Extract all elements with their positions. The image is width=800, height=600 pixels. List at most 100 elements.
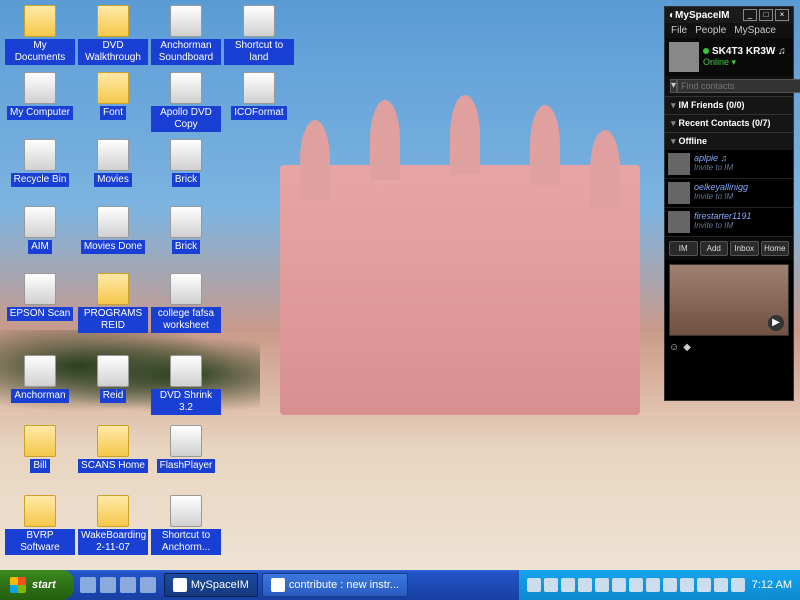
play-icon[interactable]: ▶: [768, 315, 784, 331]
tray-icon[interactable]: [561, 578, 575, 592]
footer-icon[interactable]: ☺: [669, 342, 679, 353]
desktop-icon[interactable]: DVD Walkthrough: [78, 5, 148, 65]
im-video-panel[interactable]: ▶: [669, 264, 789, 336]
tray-icon[interactable]: [646, 578, 660, 592]
quick-launch-item[interactable]: [100, 577, 116, 593]
im-menubar: File People MySpace: [665, 23, 793, 38]
desktop-icon[interactable]: Brick: [151, 206, 221, 254]
user-avatar[interactable]: [669, 42, 699, 72]
contact-item[interactable]: oelkeyalliniggInvite to IM: [665, 179, 793, 208]
tray-icon[interactable]: [595, 578, 609, 592]
start-button[interactable]: start: [0, 570, 74, 600]
icon-label: Font: [100, 106, 126, 120]
tray-icon[interactable]: [663, 578, 677, 592]
contact-name: oelkeyallinigg: [694, 182, 748, 192]
icon-label: Movies Done: [81, 240, 145, 254]
tray-icon[interactable]: [697, 578, 711, 592]
folder-icon: [97, 273, 129, 305]
taskbar-item[interactable]: contribute : new instr...: [262, 573, 408, 597]
desktop-icon[interactable]: FlashPlayer: [151, 425, 221, 473]
menu-people[interactable]: People: [695, 25, 726, 36]
add-button[interactable]: Add: [700, 241, 729, 256]
section-recent-contacts[interactable]: ▾Recent Contacts (0/7): [665, 114, 793, 132]
home-button[interactable]: Home: [761, 241, 790, 256]
footer-icon[interactable]: ◆: [683, 342, 691, 353]
close-button[interactable]: ×: [775, 9, 789, 21]
desktop-icon[interactable]: Shortcut to land: [224, 5, 294, 65]
folder-icon: [97, 72, 129, 104]
tray-icon[interactable]: [680, 578, 694, 592]
desktop-icon[interactable]: EPSON Scan: [5, 273, 75, 321]
tray-icon[interactable]: [731, 578, 745, 592]
desktop-icon[interactable]: Bill: [5, 425, 75, 473]
im-action-buttons: IM Add Inbox Home: [665, 237, 793, 260]
tray-icon[interactable]: [527, 578, 541, 592]
desktop-icon[interactable]: Shortcut to Anchorm...: [151, 495, 221, 555]
desktop-icon[interactable]: Movies: [78, 139, 148, 187]
minimize-button[interactable]: _: [743, 9, 757, 21]
icon-label: Brick: [172, 173, 200, 187]
im-user-panel[interactable]: SK4T3 KR3W ♫ Online ▾: [665, 38, 793, 76]
icon-label: Shortcut to land: [224, 39, 294, 65]
tray-icon[interactable]: [714, 578, 728, 592]
taskbar-item[interactable]: MySpaceIM: [164, 573, 258, 597]
tray-icon[interactable]: [629, 578, 643, 592]
search-input[interactable]: [677, 79, 800, 93]
folder-icon: [97, 425, 129, 457]
quick-launch-item[interactable]: [120, 577, 136, 593]
quick-launch-item[interactable]: [80, 577, 96, 593]
desktop-icon[interactable]: Movies Done: [78, 206, 148, 254]
inbox-button[interactable]: Inbox: [730, 241, 759, 256]
desktop-icon[interactable]: AIM: [5, 206, 75, 254]
tray-icon[interactable]: [578, 578, 592, 592]
desktop-icon[interactable]: WakeBoarding 2-11-07: [78, 495, 148, 555]
desktop-icon[interactable]: My Computer: [5, 72, 75, 120]
desktop-icon[interactable]: SCANS Home: [78, 425, 148, 473]
search-menu-button[interactable]: ▾: [670, 79, 677, 93]
tray-icon[interactable]: [544, 578, 558, 592]
contact-item[interactable]: aplpie ♫Invite to IM: [665, 150, 793, 179]
desktop-icon[interactable]: My Documents: [5, 5, 75, 65]
app-icon: [170, 495, 202, 527]
desktop-icon[interactable]: BVRP Software: [5, 495, 75, 555]
tray-icon[interactable]: [612, 578, 626, 592]
windows-logo-icon: [10, 577, 26, 593]
desktop-icon[interactable]: ICOFormat: [224, 72, 294, 120]
icon-label: PROGRAMS REID: [78, 307, 148, 333]
icon-label: Reid: [100, 389, 127, 403]
chevron-down-icon: ▾: [671, 100, 676, 111]
contact-name: aplpie ♫: [694, 153, 733, 163]
desktop-icon[interactable]: PROGRAMS REID: [78, 273, 148, 333]
desktop-icon[interactable]: Recycle Bin: [5, 139, 75, 187]
menu-file[interactable]: File: [671, 25, 687, 36]
icon-label: DVD Walkthrough: [78, 39, 148, 65]
invite-link[interactable]: Invite to IM: [694, 163, 733, 172]
desktop-icon[interactable]: Apollo DVD Copy: [151, 72, 221, 132]
app-icon: [170, 355, 202, 387]
invite-link[interactable]: Invite to IM: [694, 192, 748, 201]
im-button[interactable]: IM: [669, 241, 698, 256]
im-title: MySpaceIM: [675, 10, 741, 21]
app-icon: [97, 139, 129, 171]
section-im-friends[interactable]: ▾IM Friends (0/0): [665, 96, 793, 114]
section-offline[interactable]: ▾Offline: [665, 132, 793, 150]
clock[interactable]: 7:12 AM: [752, 579, 792, 591]
desktop-icon[interactable]: college fafsa worksheet: [151, 273, 221, 333]
desktop-icon[interactable]: Anchorman: [5, 355, 75, 403]
im-titlebar[interactable]: ◐ MySpaceIM _ □ ×: [665, 7, 793, 23]
contact-item[interactable]: firestarter1191Invite to IM: [665, 208, 793, 237]
app-icon: [24, 72, 56, 104]
quick-launch-item[interactable]: [140, 577, 156, 593]
desktop-icon[interactable]: Brick: [151, 139, 221, 187]
app-icon: [24, 139, 56, 171]
app-icon: [170, 5, 202, 37]
menu-myspace[interactable]: MySpace: [734, 25, 776, 36]
desktop-icon[interactable]: Anchorman Soundboard: [151, 5, 221, 65]
invite-link[interactable]: Invite to IM: [694, 221, 751, 230]
maximize-button[interactable]: □: [759, 9, 773, 21]
desktop-icon[interactable]: DVD Shrink 3.2: [151, 355, 221, 415]
desktop-icon[interactable]: Font: [78, 72, 148, 120]
folder-icon: [24, 495, 56, 527]
desktop-icon[interactable]: Reid: [78, 355, 148, 403]
user-status[interactable]: Online ▾: [703, 57, 786, 68]
